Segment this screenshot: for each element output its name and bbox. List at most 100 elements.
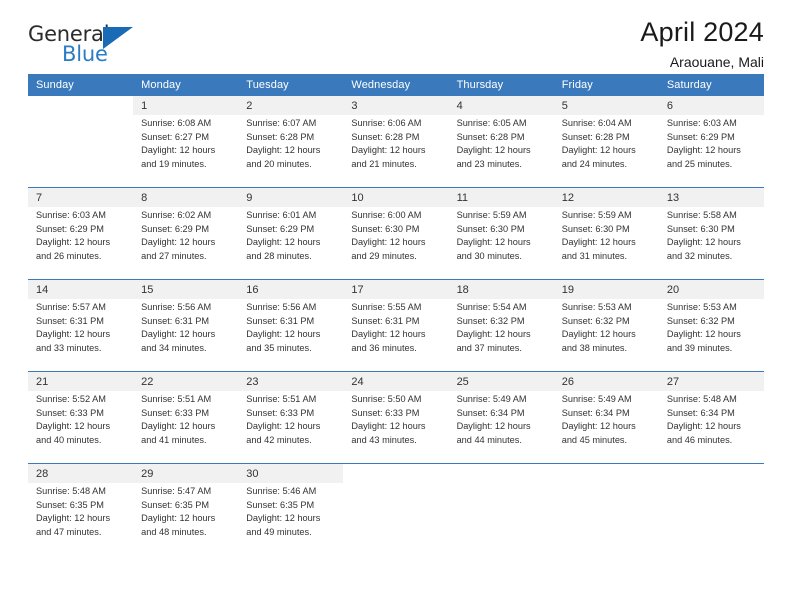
sunset-text: Sunset: 6:29 PM [246,223,315,234]
day-number[interactable]: 6 [658,96,764,115]
day-cell[interactable]: Sunrise: 6:04 AM Sunset: 6:28 PM Daylight:… [553,115,659,179]
weekday-header-sunday: Sunday [28,74,134,96]
day-number[interactable]: 24 [343,371,449,391]
day-cell[interactable]: Sunrise: 6:02 AM Sunset: 6:29 PM Daylight:… [133,207,239,271]
sunset-text: Sunset: 6:33 PM [351,407,420,418]
sunset-text: Sunset: 6:28 PM [351,131,420,142]
calendar-grid: Sunday Monday Tuesday Wednesday Thursday… [28,74,764,547]
day-number[interactable]: 22 [133,371,239,391]
day-number[interactable]: 23 [238,371,344,391]
day-number[interactable]: 14 [28,279,134,299]
day-cell[interactable]: Sunrise: 6:01 AM Sunset: 6:29 PM Daylight:… [238,207,344,271]
day-number[interactable]: 13 [658,187,764,207]
day-number[interactable]: 26 [553,371,659,391]
day-number[interactable]: 28 [28,463,134,483]
day-cell-empty [343,483,449,547]
day-number-empty [28,96,134,115]
day-cell[interactable]: Sunrise: 5:48 AM Sunset: 6:35 PM Daylight:… [28,483,134,547]
daylight-text: and 33 minutes. [36,342,102,353]
day-number[interactable]: 25 [448,371,554,391]
day-cell[interactable]: Sunrise: 5:49 AM Sunset: 6:34 PM Daylight:… [448,391,554,455]
day-cell[interactable]: Sunrise: 5:48 AM Sunset: 6:34 PM Daylight:… [658,391,764,455]
day-number[interactable]: 30 [238,463,344,483]
day-cell[interactable]: Sunrise: 6:05 AM Sunset: 6:28 PM Daylight:… [448,115,554,179]
page-title: April 2024 [640,17,764,47]
sunset-text: Sunset: 6:31 PM [36,315,104,326]
day-number[interactable]: 21 [28,371,134,391]
sunset-text: Sunset: 6:33 PM [141,407,210,418]
sunset-text: Sunset: 6:30 PM [351,223,420,234]
day-cell[interactable]: Sunrise: 5:46 AM Sunset: 6:35 PM Daylight:… [238,483,344,547]
daylight-text: and 38 minutes. [561,342,628,353]
day-number[interactable]: 5 [553,96,659,115]
day-cell[interactable]: Sunrise: 5:51 AM Sunset: 6:33 PM Daylight:… [133,391,239,455]
daylight-text: Daylight: 12 hours [351,329,426,340]
sunrise-text: Sunrise: 5:47 AM [141,486,212,496]
sunset-text: Sunset: 6:32 PM [666,315,735,326]
day-number[interactable]: 16 [238,279,344,299]
daylight-text: and 29 minutes. [351,250,417,261]
week-divider [28,363,764,372]
day-number[interactable]: 3 [343,96,449,115]
day-cell[interactable]: Sunrise: 6:03 AM Sunset: 6:29 PM Daylight:… [28,207,134,271]
day-number[interactable]: 11 [448,187,554,207]
daylight-text: and 49 minutes. [246,526,312,537]
sunrise-text: Sunrise: 5:52 AM [36,394,106,404]
sunrise-text: Sunrise: 5:59 AM [456,210,527,220]
day-cell[interactable]: Sunrise: 6:07 AM Sunset: 6:28 PM Daylight:… [238,115,344,179]
sunset-text: Sunset: 6:32 PM [561,315,630,326]
day-number[interactable]: 17 [343,279,449,299]
day-number[interactable]: 12 [553,187,659,207]
day-number[interactable]: 4 [448,96,554,115]
daylight-text: and 47 minutes. [36,526,102,537]
day-cell[interactable]: Sunrise: 5:51 AM Sunset: 6:33 PM Daylight:… [238,391,344,455]
day-cell[interactable]: Sunrise: 5:55 AM Sunset: 6:31 PM Daylight:… [343,299,449,363]
day-cell[interactable]: Sunrise: 5:49 AM Sunset: 6:34 PM Daylight:… [553,391,659,455]
daylight-text: Daylight: 12 hours [561,237,636,248]
day-number[interactable]: 8 [133,187,239,207]
day-cell[interactable]: Sunrise: 5:59 AM Sunset: 6:30 PM Daylight:… [553,207,659,271]
week-divider [28,455,764,464]
day-cell[interactable]: Sunrise: 5:56 AM Sunset: 6:31 PM Daylight:… [238,299,344,363]
day-cell[interactable]: Sunrise: 5:53 AM Sunset: 6:32 PM Daylight:… [553,299,659,363]
day-number[interactable]: 1 [133,96,239,115]
day-cell[interactable]: Sunrise: 5:58 AM Sunset: 6:30 PM Daylight:… [658,207,764,271]
sunrise-text: Sunrise: 6:07 AM [246,118,317,128]
day-number[interactable]: 10 [343,187,449,207]
daylight-text: Daylight: 12 hours [36,329,111,340]
sunset-text: Sunset: 6:30 PM [561,223,630,234]
day-cell[interactable]: Sunrise: 6:00 AM Sunset: 6:30 PM Daylight:… [343,207,449,271]
daylight-text: Daylight: 12 hours [351,237,426,248]
day-cell[interactable]: Sunrise: 5:47 AM Sunset: 6:35 PM Daylight:… [133,483,239,547]
day-number-empty [448,463,554,483]
day-cell[interactable]: Sunrise: 5:54 AM Sunset: 6:32 PM Daylight:… [448,299,554,363]
day-number[interactable]: 19 [553,279,659,299]
day-cell[interactable]: Sunrise: 6:08 AM Sunset: 6:27 PM Daylight:… [133,115,239,179]
daylight-text: Daylight: 12 hours [456,145,531,156]
daylight-text: Daylight: 12 hours [666,421,741,432]
daylight-text: Daylight: 12 hours [246,513,321,524]
day-number[interactable]: 27 [658,371,764,391]
day-cell[interactable]: Sunrise: 5:57 AM Sunset: 6:31 PM Daylight:… [28,299,134,363]
day-cell[interactable]: Sunrise: 5:59 AM Sunset: 6:30 PM Daylight:… [448,207,554,271]
day-cell[interactable]: Sunrise: 6:03 AM Sunset: 6:29 PM Daylight:… [658,115,764,179]
daylight-text: Daylight: 12 hours [246,237,321,248]
day-cell[interactable]: Sunrise: 5:53 AM Sunset: 6:32 PM Daylight:… [658,299,764,363]
sunrise-text: Sunrise: 5:53 AM [666,302,737,312]
day-number[interactable]: 18 [448,279,554,299]
day-number[interactable]: 15 [133,279,239,299]
day-cell[interactable]: Sunrise: 5:52 AM Sunset: 6:33 PM Daylight:… [28,391,134,455]
sunrise-text: Sunrise: 6:03 AM [36,210,106,220]
daylight-text: Daylight: 12 hours [456,237,531,248]
day-number[interactable]: 9 [238,187,344,207]
day-number[interactable]: 2 [238,96,344,115]
day-cell[interactable]: Sunrise: 5:50 AM Sunset: 6:33 PM Daylight:… [343,391,449,455]
day-cell[interactable]: Sunrise: 6:06 AM Sunset: 6:28 PM Daylight:… [343,115,449,179]
sunrise-text: Sunrise: 5:57 AM [36,302,106,312]
calendar-body: 1 2 3 4 5 6 Sunrise: 6:08 AM Sunset: 6:27 PM Day… [28,96,764,547]
day-number[interactable]: 20 [658,279,764,299]
day-number[interactable]: 7 [28,187,134,207]
daylight-text: Daylight: 12 hours [561,329,636,340]
day-cell[interactable]: Sunrise: 5:56 AM Sunset: 6:31 PM Daylight:… [133,299,239,363]
day-number[interactable]: 29 [133,463,239,483]
